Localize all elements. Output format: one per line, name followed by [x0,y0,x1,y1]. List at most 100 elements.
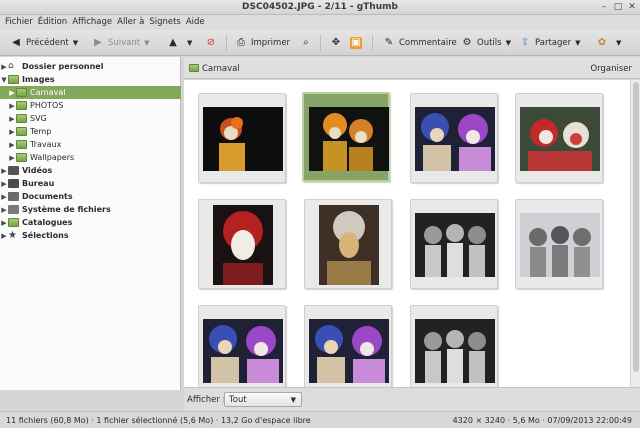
thumbnail-3[interactable] [410,93,498,183]
thumbnail-4[interactable] [515,93,603,183]
fullscreen-button[interactable]: ✥ [330,35,346,51]
expand-arrow-icon[interactable]: ▶ [0,193,8,201]
menu-affichage[interactable]: Affichage [71,15,116,30]
sidebar-item-label: Sélections [22,231,69,240]
expand-arrow-icon[interactable]: ▶ [8,141,16,149]
sidebar-item-label: Images [22,75,55,84]
sidebar-item-wallpapers[interactable]: ▶ Wallpapers [0,151,181,164]
thumbnail-2[interactable] [302,92,390,182]
sidebar-item-videos[interactable]: ▶ Vidéos [0,164,181,177]
photo-2-image [309,107,389,171]
sidebar-item-carnaval[interactable]: ▶ Carnaval [0,86,181,99]
folder-icon [16,101,27,110]
print-button[interactable]: ⎙ Imprimer [235,35,290,51]
expand-arrow-icon[interactable]: ▶ [8,89,16,97]
expand-arrow-icon[interactable]: ▶ [8,154,16,162]
status-left: 11 fichiers (60,8 Mo) · 1 fichier sélect… [6,416,311,425]
scrollbar-handle[interactable] [633,82,639,372]
sidebar-item-home[interactable]: ▶ ⌂ Dossier personnel [0,60,181,73]
expand-arrow-icon[interactable]: ▶ [0,180,8,188]
sidebar-item-label: Carnaval [30,88,66,97]
next-button[interactable]: ▶ Suivant ▼ [92,35,149,51]
photo-9-image [203,319,283,383]
sidebar-item-temp[interactable]: ▶ Temp [0,125,181,138]
share-button[interactable]: ⇪ Partager ▼ [519,35,581,51]
collapse-arrow-icon[interactable]: ▼ [0,76,8,84]
folder-icon [8,218,19,227]
expand-arrow-icon[interactable]: ▶ [8,128,16,136]
thumbnail-8[interactable] [515,199,603,289]
menu-fichier[interactable]: Fichier [4,15,37,30]
folder-icon [16,114,27,123]
photo-11-image [415,319,495,383]
menu-signets[interactable]: Signets [148,15,185,30]
photo-1-image [203,107,283,171]
expand-arrow-icon[interactable]: ▶ [0,219,8,227]
menu-edition[interactable]: Édition [37,15,71,30]
close-button[interactable]: ✕ [626,1,638,13]
thumbnail-10[interactable] [304,305,392,387]
stop-button[interactable]: ⊘ [205,35,221,51]
pencil-icon: ✎ [384,37,394,48]
share-label: Partager [535,38,572,48]
photo-4-image [520,107,600,171]
sidebar-item-documents[interactable]: ▶ Documents [0,190,181,203]
location-bar: Carnaval Organiser [184,57,640,79]
comment-button[interactable]: ✎ Commentaire [383,35,457,51]
documents-icon [8,192,19,201]
gear-icon: ⚙ [462,37,472,48]
slideshow-button[interactable]: ▣ [350,35,366,51]
maximize-button[interactable]: □ [612,1,624,13]
thumbnail-5[interactable] [198,199,286,289]
filter-select[interactable]: Tout ▼ [224,392,302,407]
up-button[interactable]: ▲ ▼ [167,35,192,51]
window-title: DSC04502.JPG - 2/11 - gThumb [242,2,398,12]
sidebar-item-selections[interactable]: ▶ ★ Sélections [0,229,181,242]
photo-8-image [520,213,600,277]
minimize-button[interactable]: – [598,1,610,13]
sidebar-item-photos[interactable]: ▶ PHOTOS [0,99,181,112]
expand-arrow-icon[interactable]: ▶ [0,232,8,240]
home-icon: ⌂ [8,61,14,71]
expand-arrow-icon[interactable]: ▶ [8,115,16,123]
expand-arrow-icon[interactable]: ▶ [0,206,8,214]
sidebar-item-images[interactable]: ▼ Images [0,73,181,86]
expand-arrow-icon[interactable]: ▶ [8,102,16,110]
sidebar-item-travaux[interactable]: ▶ Travaux [0,138,181,151]
thumbnail-7[interactable] [410,199,498,289]
sidebar-item-bureau[interactable]: ▶ Bureau [0,177,181,190]
toolbar: ◀ Précédent ▼ ▶ Suivant ▼ ▲ ▼ ⊘ ⎙ Imprim… [0,30,640,56]
tools-button[interactable]: ⚙ Outils ▼ [461,35,511,51]
previous-button[interactable]: ◀ Précédent ▼ [10,35,78,51]
thumbnail-9[interactable] [198,305,286,387]
share-icon: ⇪ [520,37,530,48]
sidebar-item-catalogues[interactable]: ▶ Catalogues [0,216,181,229]
previous-label: Précédent [26,38,69,48]
photo-7-image [415,213,495,277]
menu-aide[interactable]: Aide [185,15,209,30]
thumbnail-1[interactable] [198,93,286,183]
menu-aller[interactable]: Aller à [116,15,148,30]
sidebar: ▶ ⌂ Dossier personnel ▼ Images ▶ Carnava… [0,57,181,390]
sidebar-item-filesystem[interactable]: ▶ Système de fichiers [0,203,181,216]
zoom-button[interactable]: ⌕ [300,35,316,51]
thumbnail-11[interactable] [410,305,498,387]
sidebar-item-label: Documents [22,192,73,201]
sidebar-item-svg[interactable]: ▶ SVG [0,112,181,125]
organize-button[interactable]: Organiser [590,64,632,74]
expand-arrow-icon[interactable]: ▶ [0,167,8,175]
vertical-scrollbar[interactable] [630,80,640,387]
sidebar-item-label: Vidéos [22,166,53,175]
chevron-down-icon: ▼ [505,39,511,47]
toolbar-separator [372,35,373,51]
arrow-right-icon: ▶ [94,37,102,48]
folder-icon [16,140,27,149]
title-bar: DSC04502.JPG - 2/11 - gThumb – □ ✕ [0,0,640,15]
menu-bar: Fichier Édition Affichage Aller à Signet… [0,15,640,30]
expand-arrow-icon[interactable]: ▶ [0,63,8,71]
sidebar-item-label: SVG [30,114,47,123]
search-icon: ⌕ [303,37,309,48]
thumbnail-6[interactable] [304,199,392,289]
app-menu-button[interactable]: ✿ ▼ [596,35,622,51]
sidebar-item-label: Bureau [22,179,55,188]
